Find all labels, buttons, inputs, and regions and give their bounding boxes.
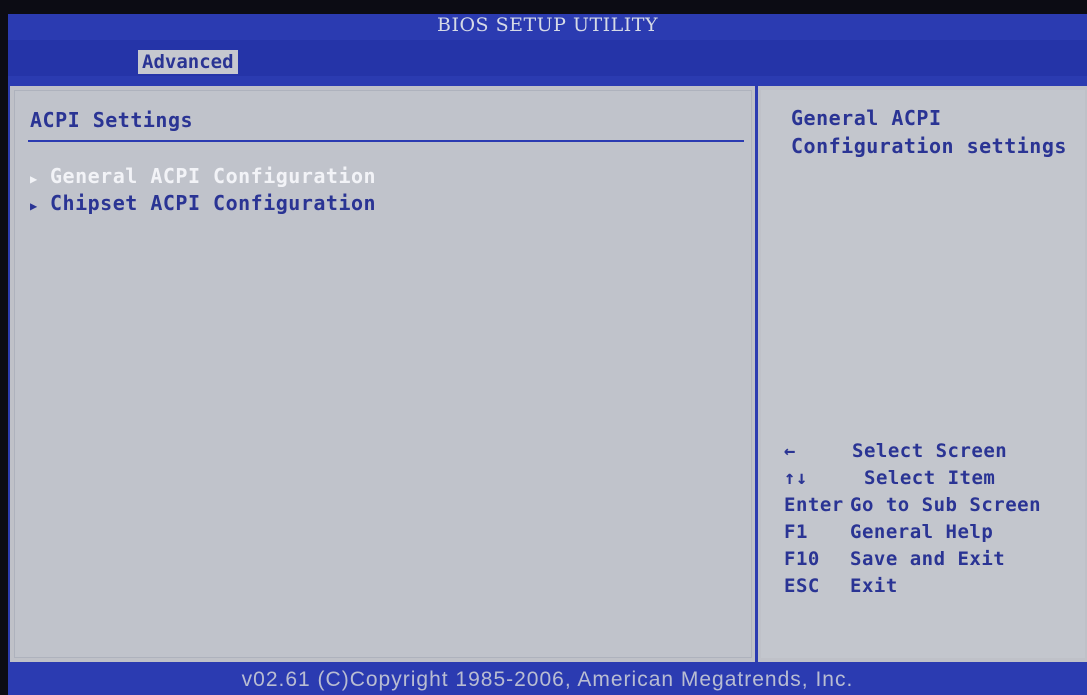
menu-item-label: Chipset ACPI Configuration <box>50 191 377 215</box>
help-text: General ACPI Configuration settings <box>791 104 1067 160</box>
key-label: ESC <box>784 575 820 597</box>
key-action: Select Screen <box>852 440 1008 462</box>
content-frame: ACPI Settings ▶ General ACPI Configuratio… <box>8 84 1087 664</box>
title-divider <box>28 140 744 142</box>
key-row-f10: F10 Save and Exit <box>784 546 1041 573</box>
copyright-footer: v02.61 (C)Copyright 1985-2006, American … <box>241 668 854 691</box>
menu-item-label: General ACPI Configuration <box>50 164 377 188</box>
left-arrow-icon: ← <box>784 440 796 462</box>
key-action: Save and Exit <box>850 548 1006 570</box>
key-row-f1: F1 General Help <box>784 519 1041 546</box>
up-down-arrow-icon: ↑↓ <box>784 467 808 489</box>
help-pane: General ACPI Configuration settings ← Sel… <box>761 90 1085 658</box>
window-title: BIOS SETUP UTILITY <box>436 14 659 36</box>
key-row-esc: ESC Exit <box>784 573 1041 600</box>
key-label: Enter <box>784 494 844 516</box>
help-line-2: Configuration settings <box>791 134 1067 158</box>
key-action: Go to Sub Screen <box>850 494 1042 516</box>
menu-bar: Advanced <box>8 40 1087 76</box>
triangle-right-icon: ▶ <box>30 172 38 186</box>
key-action: Exit <box>850 575 898 597</box>
key-label: F10 <box>784 548 820 570</box>
key-row-select-screen: ← Select Screen <box>784 438 1041 465</box>
pane-divider <box>755 86 758 662</box>
key-action: General Help <box>850 521 994 543</box>
key-row-enter: Enter Go to Sub Screen <box>784 492 1041 519</box>
triangle-right-icon: ▶ <box>30 199 38 213</box>
settings-pane: ACPI Settings ▶ General ACPI Configuratio… <box>14 90 752 658</box>
key-action: Select Item <box>864 467 996 489</box>
help-line-1: General ACPI <box>791 106 942 130</box>
key-legend: ← Select Screen ↑↓ Select Item Enter Go to … <box>784 438 1041 600</box>
menu-item-general-acpi[interactable]: ▶ General ACPI Configuration <box>30 164 376 191</box>
key-label: F1 <box>784 521 808 543</box>
key-row-select-item: ↑↓ Select Item <box>784 465 1041 492</box>
tab-advanced[interactable]: Advanced <box>138 50 238 74</box>
page-title: ACPI Settings <box>30 108 194 132</box>
bios-screen: BIOS SETUP UTILITY Advanced ACPI Setting… <box>8 14 1087 695</box>
menu-item-chipset-acpi[interactable]: ▶ Chipset ACPI Configuration <box>30 191 376 218</box>
